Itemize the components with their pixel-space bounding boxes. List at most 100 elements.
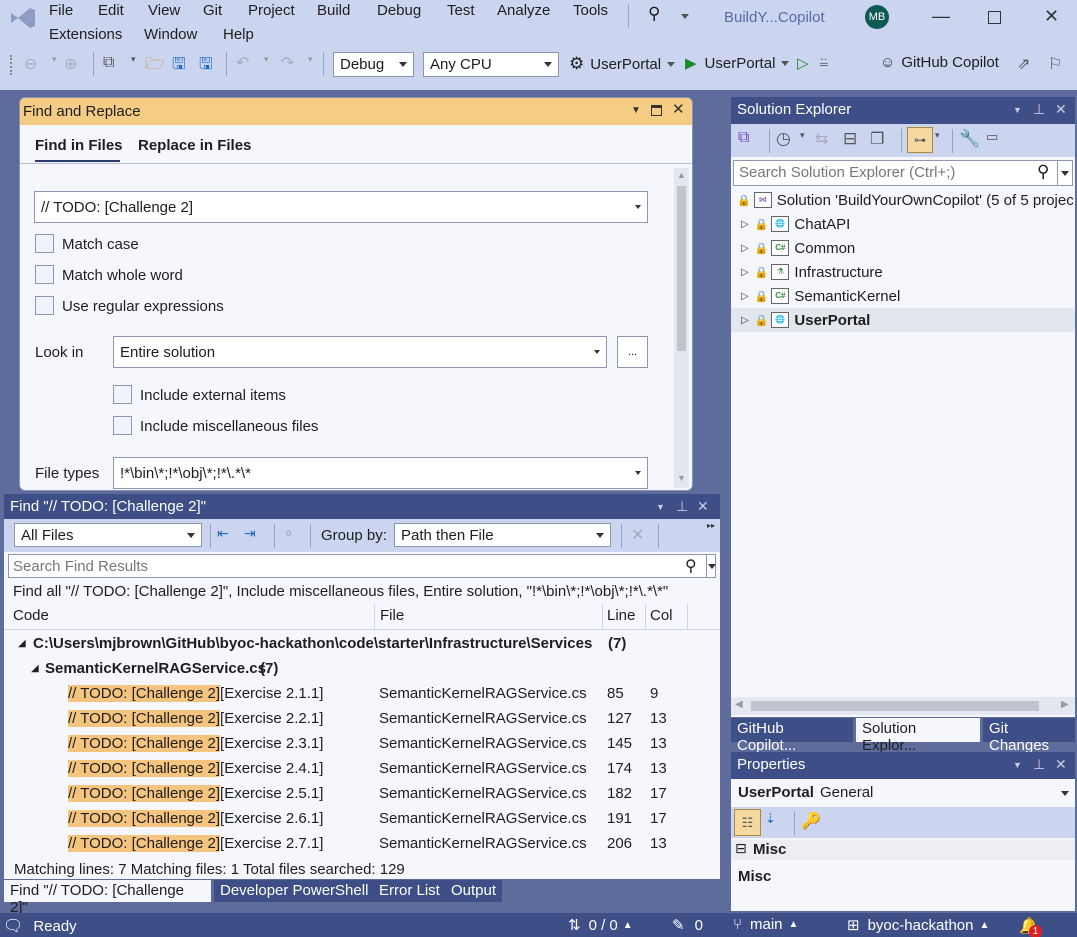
expand-icon[interactable]: ▷ — [741, 219, 749, 230]
undo-dropdown-icon[interactable]: ▾ — [264, 54, 269, 65]
save-all-icon[interactable]: 🖫 — [199, 53, 213, 80]
match-case-checkbox[interactable] — [35, 234, 54, 253]
share-icon[interactable]: ⇗ — [1017, 54, 1030, 74]
start-without-debugging-icon[interactable]: ▷ — [797, 54, 809, 72]
column-header-col[interactable]: Col — [650, 607, 673, 624]
maximize-button[interactable] — [988, 11, 1001, 24]
previous-result-icon[interactable]: ⇤ — [217, 525, 229, 542]
menu-extensions[interactable]: Extensions — [49, 26, 122, 43]
notifications-button[interactable]: 🔔 1 — [1019, 916, 1042, 937]
next-result-icon[interactable]: ⇥ — [244, 525, 256, 542]
pending-changes-filter-icon[interactable]: ◷ — [776, 129, 791, 149]
tab-solution-explorer[interactable]: Solution Explor... — [856, 718, 980, 754]
branch-selector[interactable]: ⑂ main ▲ — [733, 916, 798, 933]
filter-results-icon[interactable]: ⚬ — [282, 524, 295, 544]
maximize-panel-icon[interactable] — [651, 105, 662, 116]
tab-replace-in-files[interactable]: Replace in Files — [138, 137, 251, 154]
window-position-dropdown-icon[interactable]: ▼ — [1013, 760, 1022, 770]
pin-icon[interactable]: ⊥ — [1033, 101, 1045, 118]
collapse-icon[interactable]: ◢ — [18, 638, 26, 649]
navigate-back-icon[interactable]: ⊖ — [24, 54, 37, 74]
tab-developer-powershell[interactable]: Developer PowerShell — [214, 880, 375, 902]
avatar[interactable]: MB — [865, 5, 889, 29]
scrollbar-thumb[interactable] — [677, 186, 686, 351]
horizontal-scrollbar[interactable]: ◀ ▶ — [731, 697, 1075, 715]
menu-help[interactable]: Help — [223, 26, 254, 43]
redo-icon[interactable]: ↷ — [281, 53, 294, 73]
tab-github-copilot[interactable]: GitHub Copilot... — [731, 718, 853, 754]
column-header-line[interactable]: Line — [607, 607, 635, 624]
navigate-forward-icon[interactable]: ⊕ — [64, 54, 77, 74]
configuration-dropdown[interactable]: Debug — [333, 52, 414, 77]
result-row[interactable]: // TODO: [Challenge 2][Exercise 2.7.1] Se… — [4, 832, 720, 857]
category-row-misc[interactable]: ⊟ Misc — [731, 840, 1075, 860]
expand-icon[interactable]: ▷ — [741, 243, 749, 254]
column-divider[interactable] — [645, 604, 646, 630]
column-header-code[interactable]: Code — [13, 607, 49, 624]
undo-icon[interactable]: ↶ — [236, 53, 249, 73]
column-divider[interactable] — [687, 604, 688, 630]
vertical-scrollbar[interactable]: ▲ ▼ — [674, 168, 689, 488]
close-panel-icon[interactable]: ✕ — [697, 498, 709, 515]
close-window-button[interactable]: ✕ — [1044, 6, 1059, 27]
window-position-dropdown-icon[interactable]: ▼ — [631, 105, 641, 116]
result-row[interactable]: // TODO: [Challenge 2][Exercise 2.4.1] Se… — [4, 757, 720, 782]
project-node-chatapi[interactable]: ▷ 🔒 🌐 ChatAPI — [731, 212, 1075, 236]
match-whole-word-checkbox[interactable] — [35, 265, 54, 284]
scroll-up-icon[interactable]: ▲ — [677, 170, 686, 180]
search-dropdown-icon[interactable] — [681, 14, 689, 19]
pending-edits[interactable]: ✎ 0 — [672, 916, 703, 935]
object-selector-dropdown[interactable]: UserPortal General — [731, 779, 1075, 807]
back-dropdown-icon[interactable]: ▾ — [52, 54, 57, 65]
tab-error-list[interactable]: Error List — [373, 880, 446, 902]
startup-project-selector[interactable]: ⚙ UserPortal — [569, 54, 676, 74]
project-node-userportal[interactable]: ▷ 🔒 🌐 UserPortal — [731, 308, 1075, 332]
menu-analyze[interactable]: Analyze — [497, 2, 550, 19]
property-pages-icon[interactable]: 🔑 — [801, 811, 821, 831]
result-row[interactable]: // TODO: [Challenge 2][Exercise 2.3.1] Se… — [4, 732, 720, 757]
tab-git-changes[interactable]: Git Changes — [983, 718, 1075, 754]
filter-dropdown-icon[interactable]: ▾ — [800, 130, 805, 141]
scrollbar-thumb[interactable] — [751, 701, 1039, 711]
collapse-all-icon[interactable]: ⊟ — [843, 129, 857, 149]
search-icon[interactable]: ⚲ — [648, 4, 660, 24]
start-debugging-button[interactable]: ▶ UserPortal — [685, 54, 790, 72]
collapse-category-icon[interactable]: ⊟ — [735, 840, 747, 857]
minimize-button[interactable]: — — [932, 6, 950, 27]
result-row[interactable]: // TODO: [Challenge 2][Exercise 2.1.1] Se… — [4, 682, 720, 707]
use-regex-checkbox[interactable] — [35, 296, 54, 315]
project-node-common[interactable]: ▷ 🔒 C# Common — [731, 236, 1075, 260]
scroll-down-icon[interactable]: ▼ — [677, 473, 686, 483]
menu-test[interactable]: Test — [447, 2, 475, 19]
window-position-dropdown-icon[interactable]: ▼ — [1013, 105, 1022, 115]
expand-icon[interactable]: ▷ — [741, 291, 749, 302]
properties-wrench-icon[interactable]: 🔧 — [959, 129, 980, 149]
search-icon[interactable]: ⚲ — [685, 556, 697, 576]
column-divider[interactable] — [374, 604, 375, 630]
result-row[interactable]: // TODO: [Challenge 2][Exercise 2.5.1] Se… — [4, 782, 720, 807]
track-active-item-icon[interactable]: ⊶ — [907, 127, 933, 153]
scroll-left-icon[interactable]: ◀ — [735, 699, 743, 710]
expand-icon[interactable]: ▷ — [741, 267, 749, 278]
close-panel-icon[interactable]: ✕ — [1055, 101, 1067, 118]
new-project-icon[interactable]: ⧉ — [103, 54, 114, 72]
toolbar-overflow-icon[interactable]: ‥ ═ — [820, 52, 828, 71]
categorized-view-icon[interactable]: ☷ — [734, 809, 761, 836]
platform-dropdown[interactable]: Any CPU — [423, 52, 559, 77]
collapse-icon[interactable]: ◢ — [31, 663, 39, 674]
pin-icon[interactable]: ⊥ — [676, 498, 688, 515]
search-find-results-input[interactable]: Search Find Results ⚲ — [8, 554, 716, 578]
clear-results-icon[interactable]: ✕ — [631, 525, 644, 545]
browse-folders-button[interactable]: ... — [617, 336, 648, 368]
scroll-right-icon[interactable]: ▶ — [1061, 699, 1069, 710]
menu-project[interactable]: Project — [248, 2, 295, 19]
menu-tools[interactable]: Tools — [573, 2, 608, 19]
tab-output[interactable]: Output — [445, 880, 503, 902]
window-position-dropdown-icon[interactable]: ▼ — [656, 502, 665, 512]
file-group-row[interactable]: ◢ SemanticKernelRAGService.cs (7) — [4, 657, 720, 682]
result-row[interactable]: // TODO: [Challenge 2][Exercise 2.6.1] Se… — [4, 807, 720, 832]
sync-status[interactable]: ⇅ 0 / 0 ▲ — [568, 916, 633, 935]
project-node-infrastructure[interactable]: ▷ 🔒 ⚗ Infrastructure — [731, 260, 1075, 284]
close-panel-icon[interactable]: ✕ — [1055, 756, 1067, 773]
github-copilot-button[interactable]: ☺ GitHub Copilot — [880, 54, 999, 71]
